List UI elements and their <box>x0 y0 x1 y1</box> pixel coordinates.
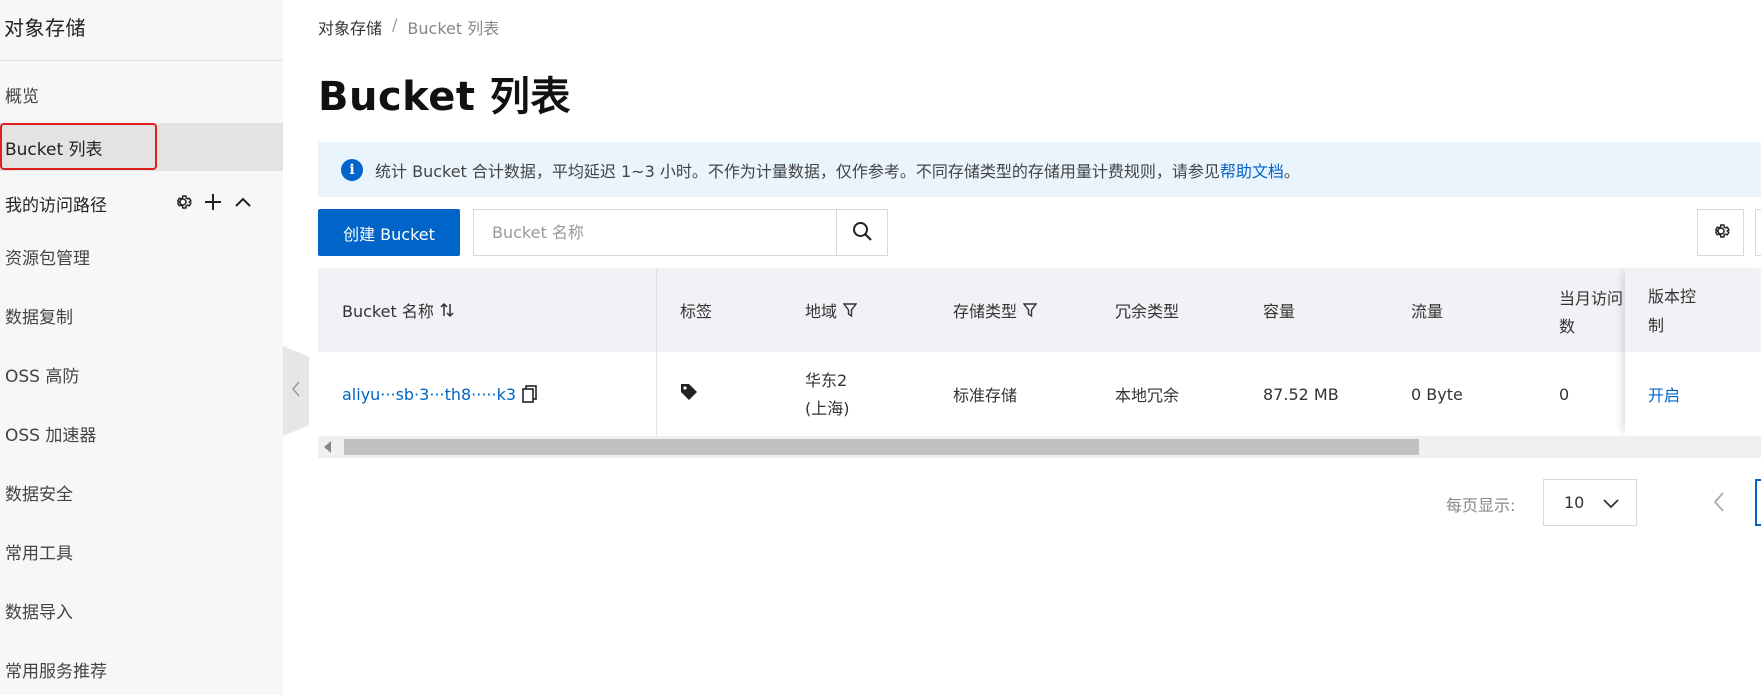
col-header-label: Bucket 名称 <box>342 302 434 321</box>
sidebar-item-label: OSS 高防 <box>5 366 80 387</box>
capacity-cell: 87.52 MB <box>1263 384 1339 404</box>
chevron-left-icon <box>1712 492 1726 520</box>
col-header-monthly-access: 当月访问 数 <box>1559 268 1625 352</box>
region-city: (上海) <box>805 399 850 418</box>
pagination-prev-button[interactable] <box>1712 488 1726 520</box>
column-divider <box>656 268 657 436</box>
col-header-traffic: 流量 <box>1411 302 1444 321</box>
col-header-label: 制 <box>1648 316 1665 335</box>
sidebar: 对象存储 概览 Bucket 列表 我的访问路径 资源包管理 数据复制 OSS … <box>0 0 283 695</box>
sidebar-title: 对象存储 <box>4 16 86 40</box>
traffic-cell: 0 Byte <box>1411 384 1463 404</box>
chevron-up-icon[interactable] <box>233 192 253 212</box>
storage-class-cell: 标准存储 <box>953 386 1018 405</box>
sidebar-item-resource-packages[interactable]: 资源包管理 <box>0 232 283 280</box>
info-icon: i <box>341 158 363 181</box>
sidebar-item-label: OSS 加速器 <box>5 425 97 446</box>
col-header-label: 存储类型 <box>953 302 1018 321</box>
filter-icon[interactable] <box>843 302 858 318</box>
col-header-label: 当月访问 <box>1559 289 1624 308</box>
sidebar-item-common-tools[interactable]: 常用工具 <box>0 527 283 575</box>
chevron-left-icon <box>291 380 301 402</box>
col-header-label: 地域 <box>805 302 838 321</box>
page-size-value: 10 <box>1564 493 1585 512</box>
sidebar-collapse-handle[interactable] <box>283 346 309 436</box>
sort-icon[interactable] <box>440 302 454 318</box>
sidebar-item-label: 常用工具 <box>5 543 73 564</box>
versioning-enable-link[interactable]: 开启 <box>1648 382 1680 406</box>
sidebar-item-recommended-services[interactable]: 常用服务推荐 <box>0 645 283 693</box>
plus-icon[interactable] <box>203 192 223 212</box>
sidebar-item-label: 常用服务推荐 <box>5 661 107 682</box>
table-settings-button[interactable] <box>1697 209 1744 256</box>
breadcrumb: 对象存储 / Bucket 列表 <box>318 15 499 39</box>
search-button[interactable] <box>836 210 887 255</box>
sidebar-item-data-import[interactable]: 数据导入 <box>0 586 283 634</box>
create-bucket-button[interactable]: 创建 Bucket <box>318 209 460 256</box>
tag-icon[interactable] <box>680 383 698 405</box>
help-doc-link[interactable]: 帮助文档 <box>1220 158 1284 182</box>
col-header-label: 版本控 <box>1648 287 1697 306</box>
pagination-page-button[interactable] <box>1755 479 1761 526</box>
sidebar-item-label: 数据复制 <box>5 307 73 328</box>
gear-icon <box>1712 222 1730 244</box>
bucket-search <box>473 209 888 256</box>
col-header-region[interactable]: 地域 <box>805 268 858 352</box>
breadcrumb-root[interactable]: 对象存储 <box>318 15 382 39</box>
bucket-search-input[interactable] <box>474 210 836 255</box>
page-size-label: 每页显示: <box>1446 496 1516 515</box>
sidebar-item-oss-accelerator[interactable]: OSS 加速器 <box>0 409 283 457</box>
table-header: Bucket 名称 标签 地域 存储类型 冗余类型 容量 流量 当月访问 数 <box>318 268 1761 352</box>
sidebar-item-bucket-list[interactable]: Bucket 列表 <box>0 123 283 171</box>
scrollbar-thumb[interactable] <box>344 439 1419 455</box>
sidebar-item-label: 资源包管理 <box>5 248 90 269</box>
toolbar-extra-button[interactable] <box>1755 209 1761 256</box>
page-title: Bucket 列表 <box>318 74 571 120</box>
scroll-left-arrow-icon[interactable] <box>324 441 331 453</box>
monthly-access-cell: 0 <box>1559 384 1570 404</box>
bucket-name-link[interactable]: aliyu···sb·3···th8·····k3 <box>342 385 516 404</box>
notice-tail: 。 <box>1283 161 1300 181</box>
col-header-redundancy: 冗余类型 <box>1115 302 1180 321</box>
sidebar-item-label: Bucket 列表 <box>5 139 103 160</box>
tags-cell <box>680 352 698 436</box>
sidebar-item-label: 数据导入 <box>5 602 73 623</box>
horizontal-scrollbar[interactable] <box>318 436 1761 458</box>
sidebar-group-label: 我的访问路径 <box>5 195 107 216</box>
col-header-versioning: 版本控 制 <box>1625 268 1761 352</box>
sidebar-item-overview[interactable]: 概览 <box>0 70 283 118</box>
filter-icon[interactable] <box>1023 302 1038 318</box>
page-size-select[interactable]: 10 <box>1543 479 1637 526</box>
sticky-versioning-column: 版本控 制 开启 <box>1625 268 1761 436</box>
col-header-tags: 标签 <box>680 302 713 321</box>
col-header-capacity: 容量 <box>1263 302 1296 321</box>
sidebar-item-label: 概览 <box>5 86 39 107</box>
notice-text: 统计 Bucket 合计数据，平均延迟 1~3 小时。不作为计量数据，仅作参考。… <box>375 161 1220 181</box>
info-notice: i 统计 Bucket 合计数据，平均延迟 1~3 小时。不作为计量数据，仅作参… <box>318 142 1761 197</box>
search-icon <box>852 221 872 245</box>
sidebar-divider <box>0 60 283 61</box>
col-header-name[interactable]: Bucket 名称 <box>342 268 454 352</box>
breadcrumb-current: Bucket 列表 <box>407 19 500 38</box>
copy-icon[interactable] <box>522 385 538 403</box>
col-header-label: 数 <box>1559 317 1576 336</box>
sidebar-item-data-replication[interactable]: 数据复制 <box>0 291 283 339</box>
redundancy-cell: 本地冗余 <box>1115 386 1180 405</box>
versioning-cell: 开启 <box>1625 352 1761 436</box>
bucket-name-cell: aliyu···sb·3···th8·····k3 <box>342 352 538 436</box>
col-header-storage-class[interactable]: 存储类型 <box>953 268 1038 352</box>
sidebar-item-oss-antiddos[interactable]: OSS 高防 <box>0 350 283 398</box>
chevron-down-icon <box>1602 494 1620 516</box>
sidebar-item-data-security[interactable]: 数据安全 <box>0 468 283 516</box>
breadcrumb-separator: / <box>392 15 398 34</box>
region-name: 华东2 <box>805 371 848 390</box>
table-row: aliyu···sb·3···th8·····k3 华东2 (上海) 标准存储 … <box>318 352 1761 437</box>
sidebar-group-my-paths: 我的访问路径 <box>0 180 283 226</box>
region-cell: 华东2 (上海) <box>805 352 850 436</box>
gear-icon[interactable] <box>173 192 193 212</box>
sidebar-item-label: 数据安全 <box>5 484 73 505</box>
